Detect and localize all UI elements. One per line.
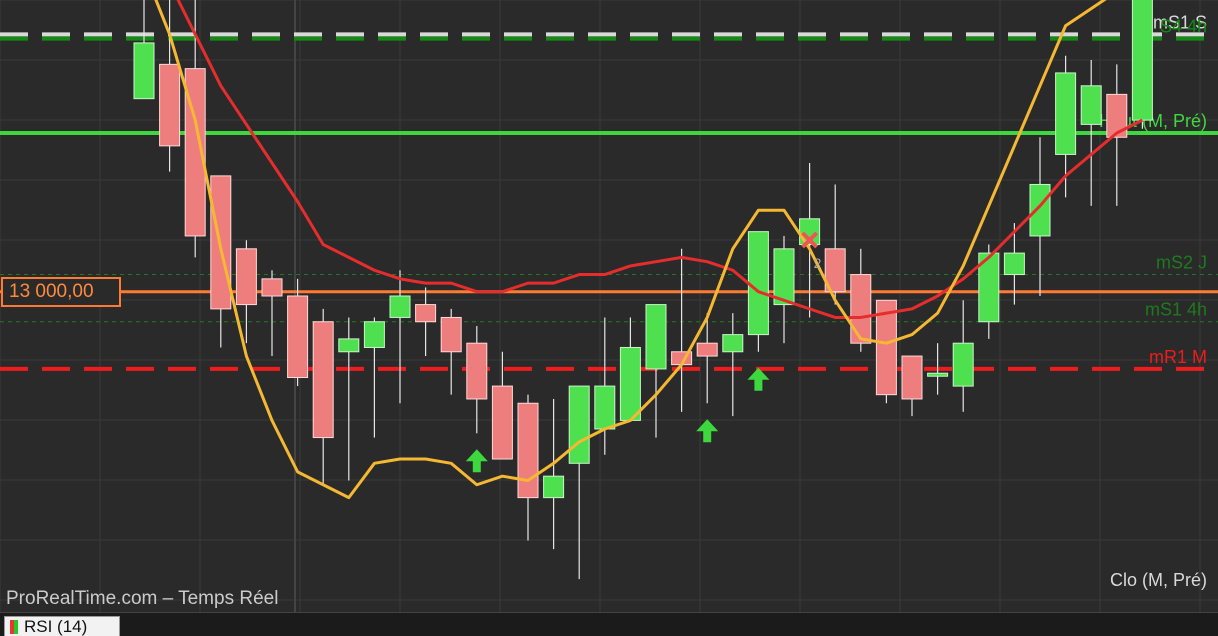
level-label: mS1 4h	[1145, 300, 1207, 320]
rsi-tab-label: RSI (14)	[24, 616, 88, 636]
candle[interactable]	[952, 342, 974, 387]
candle[interactable]	[363, 321, 385, 348]
buy-arrow-icon	[747, 367, 770, 391]
candle[interactable]	[133, 42, 155, 100]
candle[interactable]	[543, 475, 565, 499]
moving-average-line	[154, 0, 1107, 500]
level-label: Clo (M, Pré)	[1110, 570, 1207, 590]
price-chart[interactable]: mS1 S S4 4h Haut (M, Pré) mS2 JmS1 4h mR1 MC…	[0, 0, 1218, 636]
candle[interactable]	[850, 274, 872, 344]
candle[interactable]	[747, 231, 769, 336]
candle[interactable]	[415, 304, 437, 323]
candle[interactable]	[696, 342, 718, 357]
candle[interactable]	[722, 334, 744, 353]
rsi-color-icon	[10, 619, 18, 634]
candle[interactable]	[235, 248, 257, 306]
chart-canvas[interactable]: mS1 SS4 4hHaut (M, Pré)mS2 JmS1 4hmR1 MC…	[0, 0, 1218, 612]
candle[interactable]	[466, 342, 488, 400]
indicator-panel: RSI (14)	[0, 612, 1218, 636]
candle[interactable]	[1080, 85, 1102, 125]
candle[interactable]	[312, 321, 334, 439]
candle[interactable]	[287, 295, 309, 379]
candle[interactable]	[1131, 0, 1153, 121]
candle[interactable]	[645, 304, 667, 370]
candle[interactable]	[1029, 183, 1051, 237]
cross-label: 2	[814, 255, 822, 271]
price-level-tag[interactable]: 13 000,00	[1, 277, 121, 307]
candle[interactable]	[389, 295, 411, 318]
candle[interactable]	[517, 402, 539, 499]
candle[interactable]	[440, 316, 462, 353]
candle[interactable]	[261, 278, 283, 297]
candle[interactable]	[1003, 252, 1025, 276]
candle[interactable]	[159, 63, 181, 147]
candle[interactable]	[594, 385, 616, 430]
buy-arrow-icon	[465, 449, 488, 473]
candle[interactable]	[1055, 72, 1077, 155]
candle[interactable]	[901, 355, 923, 400]
level-label: mR1 M	[1149, 347, 1207, 367]
candle[interactable]	[773, 248, 795, 306]
candle[interactable]	[619, 346, 641, 421]
candle[interactable]	[568, 385, 590, 464]
level-label: mS2 J	[1156, 253, 1207, 273]
level-label: S4 4h	[1160, 17, 1207, 37]
watermark-text: ProRealTime.com – Temps Réel	[6, 588, 279, 609]
candle[interactable]	[927, 372, 949, 377]
rsi-tab[interactable]: RSI (14)	[4, 616, 120, 636]
candle[interactable]	[338, 338, 360, 353]
candle[interactable]	[491, 385, 513, 460]
